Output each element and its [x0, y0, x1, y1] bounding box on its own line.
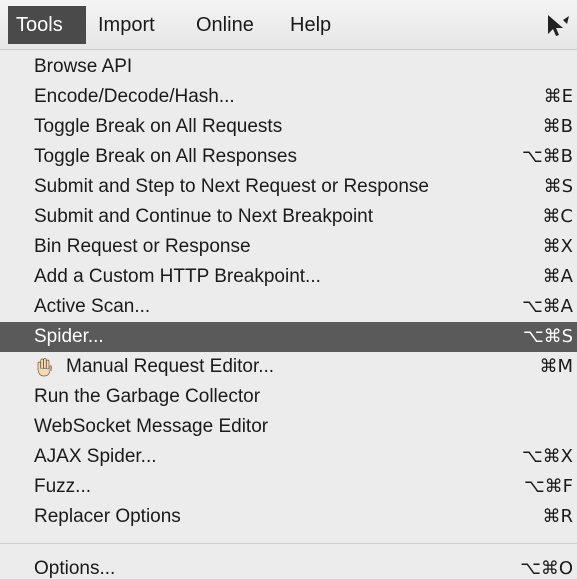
- menu-item-replacer-options[interactable]: Replacer Options ⌘R: [0, 502, 577, 532]
- menu-item-custom-breakpoint[interactable]: Add a Custom HTTP Breakpoint... ⌘A: [0, 262, 577, 292]
- menu-item-shortcut: ⌘R: [542, 506, 573, 527]
- menu-item-websocket-editor[interactable]: WebSocket Message Editor: [0, 412, 577, 442]
- menu-separator: [0, 543, 577, 544]
- menu-item-fuzz[interactable]: Fuzz... ⌥⌘F: [0, 472, 577, 502]
- menu-item-manual-request-editor[interactable]: Manual Request Editor... ⌘M: [0, 352, 577, 382]
- menu-item-encode-decode-hash[interactable]: Encode/Decode/Hash... ⌘E: [0, 82, 577, 112]
- menu-item-label: Toggle Break on All Requests: [34, 116, 283, 137]
- menu-item-browse-api[interactable]: Browse API: [0, 52, 577, 82]
- menu-item-shortcut: ⌘X: [542, 236, 573, 257]
- menu-item-shortcut: ⌘A: [542, 266, 573, 287]
- menu-item-label: WebSocket Message Editor: [34, 416, 269, 437]
- menu-item-label: Browse API: [34, 56, 133, 77]
- menu-item-shortcut: ⌘C: [542, 206, 573, 227]
- menu-item-shortcut: ⌥⌘S: [522, 326, 573, 347]
- tools-menu-dropdown: Browse API Encode/Decode/Hash... ⌘E Togg…: [0, 50, 577, 579]
- menu-item-label: Options...: [34, 558, 116, 579]
- menubar-import[interactable]: Import: [90, 6, 178, 44]
- menu-item-label: Spider...: [34, 326, 104, 347]
- menu-item-label: Submit and Continue to Next Breakpoint: [34, 206, 374, 227]
- menu-item-spider[interactable]: Spider... ⌥⌘S: [0, 322, 577, 352]
- menubar-help[interactable]: Help: [282, 6, 352, 44]
- menubar-tools[interactable]: Tools: [8, 6, 86, 44]
- pointer-cursor-icon: [548, 15, 569, 36]
- menu-item-options[interactable]: Options... ⌥⌘O: [0, 554, 577, 579]
- menu-item-submit-step[interactable]: Submit and Step to Next Request or Respo…: [0, 172, 577, 202]
- menu-item-shortcut: ⌥⌘F: [523, 476, 573, 497]
- menu-item-label: Run the Garbage Collector: [34, 386, 261, 407]
- menu-item-garbage-collector[interactable]: Run the Garbage Collector: [0, 382, 577, 412]
- menubar-online[interactable]: Online: [188, 6, 276, 44]
- menu-item-shortcut: ⌘M: [539, 356, 573, 377]
- menu-item-shortcut: ⌘B: [542, 116, 573, 137]
- menu-item-shortcut: ⌘S: [543, 176, 573, 197]
- menu-item-label: Fuzz...: [34, 476, 92, 497]
- menu-bar: Tools Import Online Help: [0, 0, 577, 50]
- menu-item-toggle-break-requests[interactable]: Toggle Break on All Requests ⌘B: [0, 112, 577, 142]
- menu-item-label: Encode/Decode/Hash...: [34, 86, 235, 107]
- menu-item-shortcut: ⌘E: [543, 86, 573, 107]
- menu-item-label: Active Scan...: [34, 296, 151, 317]
- menu-item-label: AJAX Spider...: [34, 446, 157, 467]
- menu-item-shortcut: ⌥⌘B: [521, 146, 573, 167]
- menu-item-label: Submit and Step to Next Request or Respo…: [34, 176, 430, 197]
- menu-item-label: Add a Custom HTTP Breakpoint...: [34, 266, 321, 287]
- menu-item-shortcut: ⌥⌘X: [521, 446, 573, 467]
- menu-item-active-scan[interactable]: Active Scan... ⌥⌘A: [0, 292, 577, 322]
- menu-item-ajax-spider[interactable]: AJAX Spider... ⌥⌘X: [0, 442, 577, 472]
- app-window: Tools Import Online Help Browse API Enco…: [0, 0, 577, 579]
- menu-item-label: Bin Request or Response: [34, 236, 251, 257]
- menu-item-bin-request[interactable]: Bin Request or Response ⌘X: [0, 232, 577, 262]
- menu-item-submit-continue[interactable]: Submit and Continue to Next Breakpoint ⌘…: [0, 202, 577, 232]
- menu-item-label: Toggle Break on All Responses: [34, 146, 297, 167]
- menu-item-label: Replacer Options: [34, 506, 181, 527]
- menu-item-shortcut: ⌥⌘A: [521, 296, 573, 317]
- menu-item-shortcut: ⌥⌘O: [520, 558, 573, 579]
- hand-icon: [37, 358, 52, 377]
- menu-item-label: Manual Request Editor...: [66, 356, 275, 377]
- menu-item-toggle-break-responses[interactable]: Toggle Break on All Responses ⌥⌘B: [0, 142, 577, 172]
